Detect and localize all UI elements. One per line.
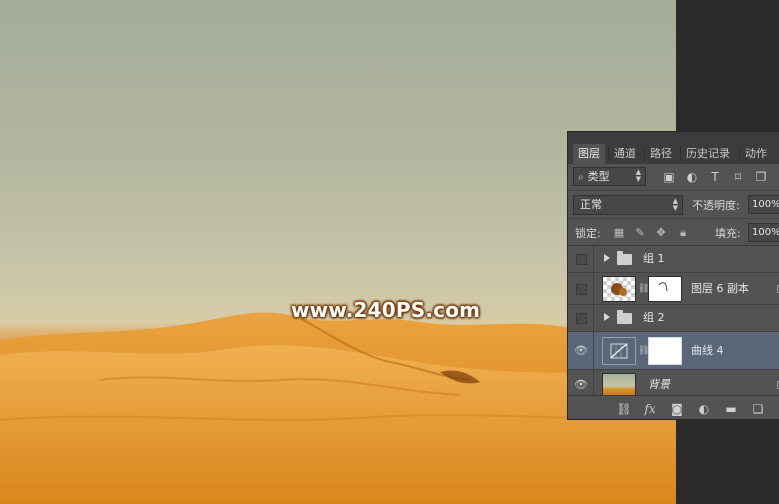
filter-kind-select[interactable]: ⌕ 类型 ▲ ▼ [573,167,646,186]
filter-row: ⌕ 类型 ▲ ▼ ▣ ◐ T ⌑ ❐ [568,164,779,190]
blend-mode-select[interactable]: 正常 ▲ ▼ [573,195,683,215]
layers-panel: 图层 通道 路径 历史记录 动作 ⌕ 类型 ▲ ▼ ▣ ◐ T ⌑ ❐ 正常 ▲ ▼ … [567,131,779,420]
layer-row-group-1[interactable]: 组 1 [568,246,779,273]
panel-tabs: 图层 通道 路径 历史记录 动作 [568,132,779,164]
lock-all-icon[interactable]: 🔒︎ [676,226,690,240]
fill-field[interactable]: 100% [748,223,779,242]
layer-name: 图层 6 副本 [691,281,749,295]
layer-row-group-2[interactable]: 组 2 [568,305,779,332]
select-arrows-icon: ▲ ▼ [672,197,678,212]
layer-thumbnail[interactable] [602,276,636,302]
visibility-toggle[interactable] [568,305,594,331]
layer-name: 组 1 [643,252,665,265]
blend-mode-value: 正常 [580,198,602,211]
layer-name: 组 2 [643,311,665,324]
folder-icon [617,251,632,265]
tab-history[interactable]: 历史记录 [681,144,735,164]
mask-shape-icon [658,282,668,292]
tab-channels[interactable]: 通道 [609,144,641,164]
layer-row-curves-4[interactable]: 👁︎ ⛓ 曲线 4 [568,332,779,370]
panel-bottom-bar: ⛓ fx ◙ ◐ ▬ ❏ [568,395,779,420]
search-icon: ⌕ [578,172,584,183]
tab-paths[interactable]: 路径 [645,144,677,164]
blend-row: 正常 ▲ ▼ 不透明度: 100% [568,190,779,218]
visibility-toggle[interactable] [568,273,594,304]
layer-row-layer-6-copy[interactable]: ⛓ 图层 6 副本 [568,273,779,305]
layer-name: 曲线 4 [691,343,724,357]
eye-icon: 👁︎ [574,343,588,357]
lock-row: 锁定: ▦ ✎ ✥ 🔒︎ 填充: 100% [568,218,779,246]
adjustment-icon[interactable]: ◐ [696,401,712,417]
tab-layers[interactable]: 图层 [573,144,605,164]
image-filter-icon[interactable]: ▣ [662,170,676,184]
visibility-toggle[interactable] [568,246,594,272]
filter-kind-label: 类型 [587,170,610,183]
type-filter-icon[interactable]: T [708,170,722,184]
layer-mask-thumbnail[interactable] [648,276,682,302]
resize-grip[interactable] [676,419,698,420]
shape-filter-icon[interactable]: ⌑ [731,170,745,184]
lock-paint-icon[interactable]: ✎ [633,226,647,240]
fill-label: 填充: [715,227,741,240]
mask-link-icon[interactable]: ⛓ [638,345,649,357]
curves-adjustment-thumbnail[interactable] [602,337,636,365]
tab-actions[interactable]: 动作 [740,144,772,164]
curves-icon [610,343,628,359]
hidden-box-icon [576,254,587,265]
new-group-icon[interactable]: ▬ [723,401,739,417]
background-thumbnail[interactable] [602,373,636,397]
hidden-box-icon [576,313,587,324]
expand-arrow-icon[interactable] [604,313,610,321]
opacity-field[interactable]: 100% [748,195,779,214]
link-layers-icon[interactable]: ⛓ [616,401,632,417]
add-mask-icon[interactable]: ◙ [669,401,685,417]
visibility-toggle[interactable]: 👁︎ [568,332,594,369]
lock-label: 锁定: [575,227,601,240]
layer-name: 背景 [648,377,670,391]
lion-thumbnail-icon [611,283,627,296]
expand-arrow-icon[interactable] [604,254,610,262]
eye-icon: 👁︎ [574,377,588,391]
new-layer-icon[interactable]: ❏ [750,401,766,417]
fx-icon[interactable]: fx [642,401,658,417]
smart-object-filter-icon[interactable]: ❐ [754,170,768,184]
opacity-label: 不透明度: [692,199,740,212]
hidden-box-icon [576,283,587,295]
folder-icon [617,310,632,324]
select-arrows-icon: ▲ ▼ [635,168,641,183]
watermark-text: www.240PS.com [291,298,481,322]
layer-mask-thumbnail[interactable] [648,337,682,365]
lock-position-icon[interactable]: ✥ [654,226,668,240]
adjustment-filter-icon[interactable]: ◐ [685,170,699,184]
mask-link-icon[interactable]: ⛓ [638,283,649,295]
lock-transparent-icon[interactable]: ▦ [612,226,626,240]
layer-list: 组 1 ⛓ 图层 6 副本 组 2 👁︎ ⛓ 曲线 4 👁︎ 背景 [568,246,779,400]
